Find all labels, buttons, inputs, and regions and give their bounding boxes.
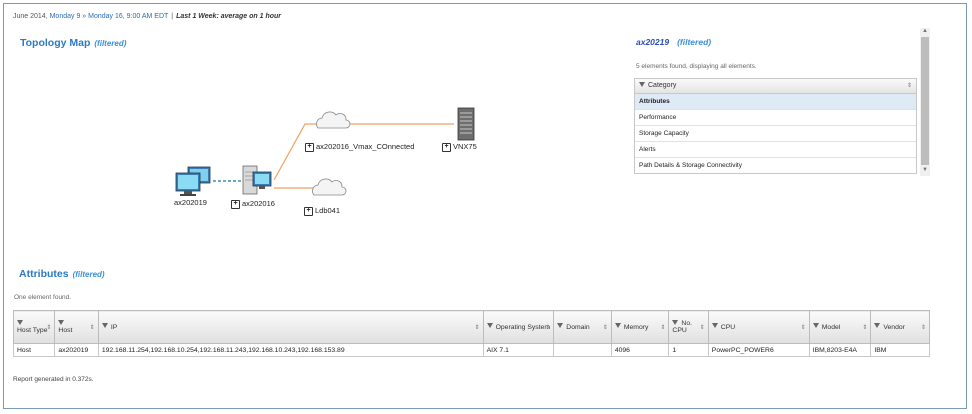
- cell-cpu: PowerPC_POWER6: [707, 343, 810, 357]
- date-month: June 2014,: [13, 13, 50, 20]
- column-header-domain[interactable]: Domain ⇕: [553, 310, 612, 344]
- topology-filter-tag[interactable]: (filtered): [94, 39, 126, 48]
- category-item-alerts[interactable]: Alerts: [635, 142, 916, 158]
- category-header-label: Category: [648, 82, 677, 89]
- sort-icon[interactable]: ⇕: [46, 324, 51, 331]
- cell-host[interactable]: ax202019: [54, 343, 99, 357]
- host-node-label[interactable]: ax202019: [174, 198, 207, 207]
- category-item-path-details[interactable]: Path Details & Storage Connectivity: [635, 158, 916, 173]
- table-header-row: Host Type ⇕ Host ⇕ IP ⇕ Operating System ⇕ D…: [12, 310, 930, 344]
- attributes-found-text: One element found.: [14, 294, 72, 301]
- column-label: Model: [821, 323, 841, 331]
- cell-domain: [553, 343, 612, 357]
- server-node-label[interactable]: + ax202016: [231, 199, 275, 209]
- date-separator: |: [171, 13, 174, 20]
- column-label: CPU: [720, 323, 736, 331]
- column-label: Host Type: [17, 327, 48, 334]
- details-title: ax20219 (filtered): [636, 37, 711, 47]
- filter-icon[interactable]: [874, 323, 881, 329]
- filter-icon[interactable]: [812, 323, 819, 329]
- column-label: IP: [110, 323, 118, 331]
- details-title-text: ax20219: [636, 37, 670, 47]
- category-item-performance[interactable]: Performance: [635, 110, 916, 126]
- cloud-top-node-label[interactable]: + ax202016_Vmax_COnnected: [305, 142, 414, 152]
- sort-icon[interactable]: ⇕: [862, 324, 867, 331]
- column-label: Operating System: [495, 323, 550, 331]
- cell-no-cpu: 1: [668, 343, 709, 357]
- date-range-link[interactable]: Monday 9 » Monday 16, 9:00 AM EDT: [50, 13, 169, 20]
- column-header-model[interactable]: Model ⇕: [808, 310, 872, 344]
- cell-model: IBM,8203-E4A: [808, 343, 872, 357]
- category-table: Category ⇕ Attributes Performance Storage…: [634, 78, 917, 174]
- sort-icon[interactable]: ⇕: [921, 324, 926, 331]
- column-label: Host: [58, 327, 73, 334]
- storage-array-icon[interactable]: [457, 107, 475, 141]
- column-label: Memory: [623, 323, 649, 331]
- expand-icon[interactable]: +: [305, 142, 314, 152]
- filter-icon[interactable]: [614, 323, 621, 329]
- column-header-host-type[interactable]: Host Type ⇕: [12, 310, 56, 344]
- details-found-text: 5 elements found, displaying all element…: [636, 63, 757, 70]
- sort-icon[interactable]: ⇕: [700, 324, 705, 331]
- sort-icon[interactable]: ⇕: [90, 324, 95, 331]
- cell-vendor: IBM: [870, 343, 930, 357]
- attributes-title-text: Attributes: [19, 268, 69, 280]
- filter-icon[interactable]: [711, 323, 718, 329]
- column-header-ip[interactable]: IP ⇕: [97, 310, 484, 344]
- topology-title: Topology Map (filtered): [20, 37, 126, 49]
- cell-operating-system: AIX 7.1: [482, 343, 555, 357]
- filter-icon[interactable]: [101, 323, 108, 329]
- average-label: Last 1 Week: average on 1 hour: [176, 13, 282, 20]
- expand-icon[interactable]: +: [231, 199, 240, 209]
- storage-node-label[interactable]: + VNX75: [442, 142, 477, 152]
- scrollbar-thumb[interactable]: [921, 37, 929, 165]
- sort-icon[interactable]: ⇕: [660, 324, 665, 331]
- filter-icon[interactable]: [17, 319, 23, 325]
- server-node-name: ax202016: [242, 199, 275, 208]
- date-range: June 2014, Monday 9 » Monday 16, 9:00 AM…: [13, 13, 281, 20]
- filter-icon[interactable]: [58, 319, 65, 325]
- column-header-operating-system[interactable]: Operating System ⇕: [482, 310, 555, 344]
- attributes-table: Host Type ⇕ Host ⇕ IP ⇕ Operating System ⇕ D…: [12, 310, 930, 357]
- column-header-host[interactable]: Host ⇕: [54, 310, 99, 344]
- category-item-attributes[interactable]: Attributes: [635, 94, 916, 110]
- filter-icon[interactable]: [557, 323, 564, 329]
- cloud-bottom-node-name: Ldb041: [315, 206, 341, 215]
- details-filter-tag[interactable]: (filtered): [677, 37, 711, 47]
- column-label: Domain: [566, 323, 590, 331]
- column-header-memory[interactable]: Memory ⇕: [610, 310, 670, 344]
- storage-node-name: VNX75: [453, 142, 477, 151]
- category-item-storage-capacity[interactable]: Storage Capacity: [635, 126, 916, 142]
- table-row[interactable]: Host ax202019 192.168.11.254,192.168.10.…: [12, 343, 930, 357]
- filter-icon[interactable]: [672, 319, 679, 325]
- scroll-up-icon[interactable]: ▲: [922, 28, 928, 34]
- scroll-down-icon[interactable]: ▼: [922, 167, 928, 173]
- expand-icon[interactable]: +: [304, 206, 313, 216]
- filter-icon[interactable]: [639, 81, 645, 87]
- column-header-no-cpu[interactable]: No. CPU ⇕: [668, 310, 709, 344]
- cloud-top-node-name: ax202016_Vmax_COnnected: [316, 142, 415, 151]
- sort-icon[interactable]: ⇕: [545, 324, 550, 331]
- sort-icon[interactable]: ⇕: [801, 324, 806, 331]
- column-header-vendor[interactable]: Vendor ⇕: [870, 310, 930, 344]
- column-label: Vendor: [883, 323, 905, 331]
- topology-title-text: Topology Map: [20, 37, 91, 49]
- sort-icon[interactable]: ⇕: [475, 324, 480, 331]
- cell-memory: 4096: [610, 343, 670, 357]
- sort-icon[interactable]: ⇕: [603, 324, 608, 331]
- attributes-title: Attributes (filtered): [19, 268, 105, 280]
- filter-icon[interactable]: [486, 323, 493, 329]
- column-header-cpu[interactable]: CPU ⇕: [707, 310, 810, 344]
- cell-host-type: Host: [12, 343, 56, 357]
- attributes-filter-tag[interactable]: (filtered): [73, 270, 105, 279]
- cloud-bottom-node-label[interactable]: + Ldb041: [304, 206, 340, 216]
- sort-icon[interactable]: ⇕: [907, 79, 912, 93]
- expand-icon[interactable]: +: [442, 142, 451, 152]
- cell-ip: 192.168.11.254,192.168.10.254,192.168.11…: [97, 343, 484, 357]
- category-header[interactable]: Category ⇕: [635, 79, 916, 94]
- report-footer: Report generated in 0.372s.: [13, 376, 94, 383]
